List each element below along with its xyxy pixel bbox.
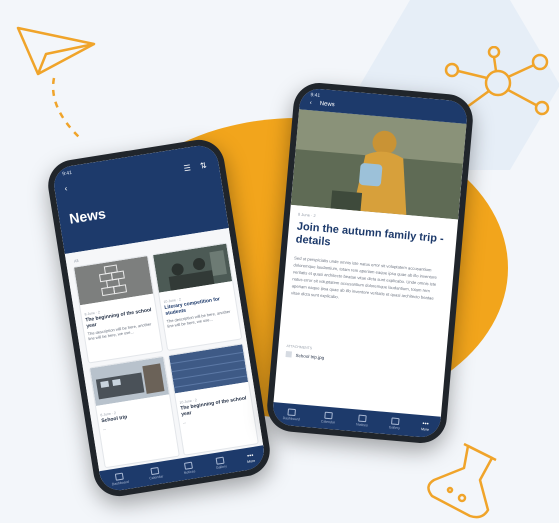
nav-calendar[interactable]: Calendar bbox=[148, 466, 164, 480]
nav-label: Gallery bbox=[215, 464, 228, 470]
nav-label: Dashboard bbox=[111, 479, 130, 487]
image-icon bbox=[215, 456, 225, 465]
nav-notices[interactable]: Notices bbox=[356, 414, 369, 427]
article-text: Sed ut perspiciatis unde omnis iste natu… bbox=[290, 255, 438, 301]
calendar-icon bbox=[150, 466, 160, 476]
nav-label: Calendar bbox=[320, 419, 336, 425]
status-time: 9:41 bbox=[61, 169, 73, 178]
calendar-icon bbox=[324, 411, 333, 420]
news-card[interactable]: 10 June · 2 The beginning of the school … bbox=[167, 343, 259, 456]
paper-plane-icon bbox=[16, 26, 96, 141]
nav-label: Calendar bbox=[148, 474, 164, 481]
header-title: News bbox=[319, 101, 335, 109]
hopscotch-photo bbox=[74, 256, 154, 306]
nav-notices[interactable]: Notices bbox=[182, 461, 196, 475]
students-photo bbox=[153, 243, 233, 293]
nav-dashboard[interactable]: Dashboard bbox=[110, 472, 130, 487]
nav-calendar[interactable]: Calendar bbox=[320, 411, 336, 425]
nav-gallery[interactable]: Gallery bbox=[214, 456, 227, 470]
page-title: News bbox=[68, 205, 107, 227]
bus-photo bbox=[90, 356, 170, 406]
nav-gallery[interactable]: Gallery bbox=[389, 417, 401, 430]
flask-icon bbox=[427, 442, 497, 519]
nav-label: Notices bbox=[355, 422, 368, 428]
image-icon bbox=[390, 417, 400, 426]
phone-right-screen: 9:41 ‹ News 8 June · 2 Join the autumn f… bbox=[271, 87, 469, 439]
back-icon[interactable]: ‹ bbox=[309, 100, 312, 106]
sort-icon[interactable]: ⇅ bbox=[199, 161, 207, 171]
nav-label: Gallery bbox=[388, 425, 401, 431]
list-icon[interactable]: ☰ bbox=[183, 163, 191, 173]
news-card[interactable]: 10 June · 2 Literary competition for stu… bbox=[151, 242, 243, 352]
file-icon bbox=[285, 351, 292, 358]
home-icon bbox=[287, 408, 297, 417]
attachment-name: School trip.jpg bbox=[295, 352, 325, 360]
back-icon[interactable]: ‹ bbox=[64, 184, 68, 193]
section-label: All bbox=[73, 257, 79, 264]
nav-more[interactable]: ••• More bbox=[421, 421, 430, 432]
nav-more[interactable]: ••• More bbox=[246, 453, 256, 464]
nav-label: Notices bbox=[183, 469, 196, 475]
news-card[interactable]: 8 June · 2 School trip ... bbox=[88, 355, 180, 469]
nav-dashboard[interactable]: Dashboard bbox=[283, 408, 301, 421]
nav-label: More bbox=[246, 458, 256, 464]
mail-icon bbox=[358, 414, 367, 423]
mail-icon bbox=[184, 461, 194, 470]
article-body: 8 June · 2 Join the autumn family trip -… bbox=[277, 205, 458, 377]
child-with-backpack-photo bbox=[290, 109, 467, 220]
nav-label: Dashboard bbox=[282, 415, 300, 422]
bottom-navigation: Dashboard Calendar Notices Gallery ••• Mo… bbox=[271, 402, 441, 439]
home-icon bbox=[114, 472, 124, 481]
news-card[interactable]: 8 June · 2 The beginning of the school y… bbox=[72, 254, 164, 364]
building-photo bbox=[169, 344, 249, 394]
nav-label: More bbox=[420, 427, 430, 432]
news-list: All 8 June · 2 The beginning of the scho… bbox=[64, 227, 265, 482]
phone-right: 9:41 ‹ News 8 June · 2 Join the autumn f… bbox=[265, 80, 475, 446]
